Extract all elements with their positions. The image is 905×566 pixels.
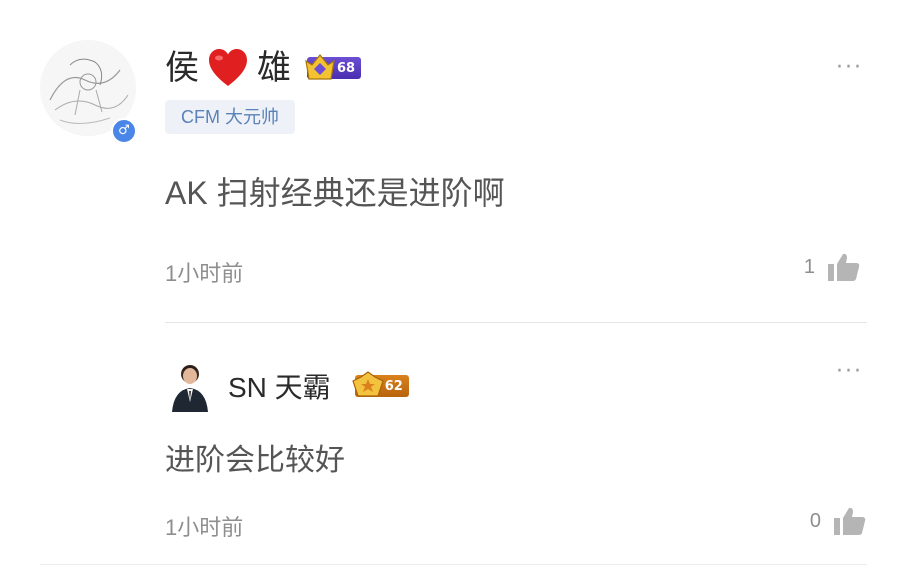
heart-icon [209, 49, 247, 86]
level-badge: 68 [305, 54, 362, 80]
reply-like-button[interactable]: 0 [810, 506, 867, 536]
reply-more-options-button[interactable]: ··· [836, 361, 863, 383]
reply-avatar[interactable] [168, 362, 212, 412]
author-name-first[interactable]: 侯 [165, 42, 199, 94]
reply-author-name[interactable]: SN 天霸 [228, 366, 331, 406]
thumbs-up-icon [828, 253, 860, 281]
author-name-second[interactable]: 雄 [257, 42, 291, 94]
bottom-divider [40, 564, 867, 565]
reply-time: 1小时前 [165, 515, 244, 540]
comment-time: 1小时前 [165, 261, 244, 286]
more-options-button[interactable]: ··· [836, 57, 863, 79]
crown-crest-icon [305, 54, 335, 80]
rank-tag: CFM 大元帅 [165, 100, 295, 134]
reply-author-row: SN 天霸 62 [228, 366, 409, 406]
level-number: 62 [384, 378, 403, 394]
like-button[interactable]: 1 [804, 252, 861, 282]
reply-content: 进阶会比较好 [165, 444, 345, 477]
reply-like-count: 0 [809, 509, 821, 532]
level-badge: 62 [351, 371, 409, 397]
comment-author-row: 侯 雄 68 [165, 42, 362, 94]
like-count: 1 [803, 255, 815, 278]
divider [165, 322, 867, 323]
thumbs-up-icon [834, 507, 866, 535]
level-number: 68 [337, 60, 356, 76]
gender-male-icon: ♂ [111, 118, 137, 144]
comment-content: AK 扫射经典还是进阶啊 [165, 175, 505, 211]
star-crest-icon [351, 371, 384, 397]
